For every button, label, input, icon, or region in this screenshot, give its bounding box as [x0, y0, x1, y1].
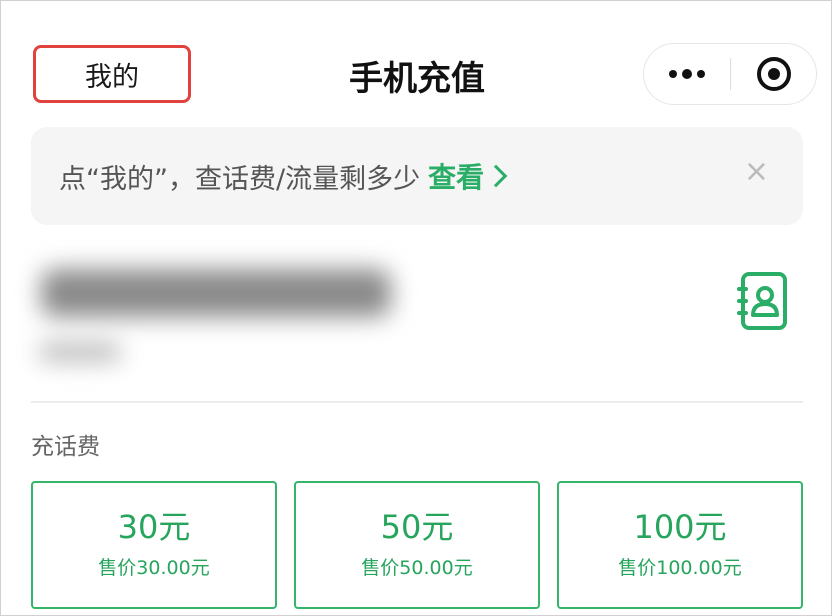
- usage-tip-banner: 点“我的”，查话费/流量剩多少 查看 ×: [31, 127, 803, 225]
- recharge-option-100[interactable]: 100元 售价100.00元: [557, 481, 803, 609]
- target-circle-icon: [756, 57, 791, 91]
- recharge-option-30[interactable]: 30元 售价30.00元: [31, 481, 277, 609]
- recharge-options: 30元 售价30.00元 50元 售价50.00元 100元 售价100.00元: [31, 481, 803, 609]
- option-price: 售价30.00元: [98, 557, 210, 580]
- option-price: 售价100.00元: [618, 557, 742, 580]
- section-title: 充话费: [31, 434, 100, 460]
- chevron-right-icon: [484, 164, 508, 188]
- view-link[interactable]: 查看: [428, 156, 508, 196]
- navigation-bar: 我的 手机充值: [1, 1, 832, 121]
- more-button[interactable]: [644, 44, 730, 104]
- recharge-option-50[interactable]: 50元 售价50.00元: [294, 481, 540, 609]
- option-amount: 50元: [380, 507, 454, 546]
- blurred-carrier-info: [39, 343, 121, 361]
- blurred-phone-number[interactable]: [41, 269, 391, 317]
- option-price: 售价50.00元: [361, 557, 473, 580]
- section-divider: [31, 401, 803, 403]
- mini-program-capsule: [643, 43, 817, 105]
- contacts-book-icon[interactable]: [737, 271, 789, 331]
- view-link-label: 查看: [428, 161, 485, 194]
- option-amount: 30元: [117, 507, 191, 546]
- option-amount: 100元: [633, 507, 727, 546]
- tip-text: 点“我的”，查话费/流量剩多少: [59, 163, 421, 195]
- close-icon[interactable]: ×: [744, 157, 769, 187]
- more-dot-icon: [697, 70, 705, 78]
- more-dot-icon: [669, 70, 677, 78]
- more-dot-icon: [682, 69, 692, 79]
- close-mini-program-button[interactable]: [731, 44, 816, 104]
- phone-number-area: [1, 241, 832, 401]
